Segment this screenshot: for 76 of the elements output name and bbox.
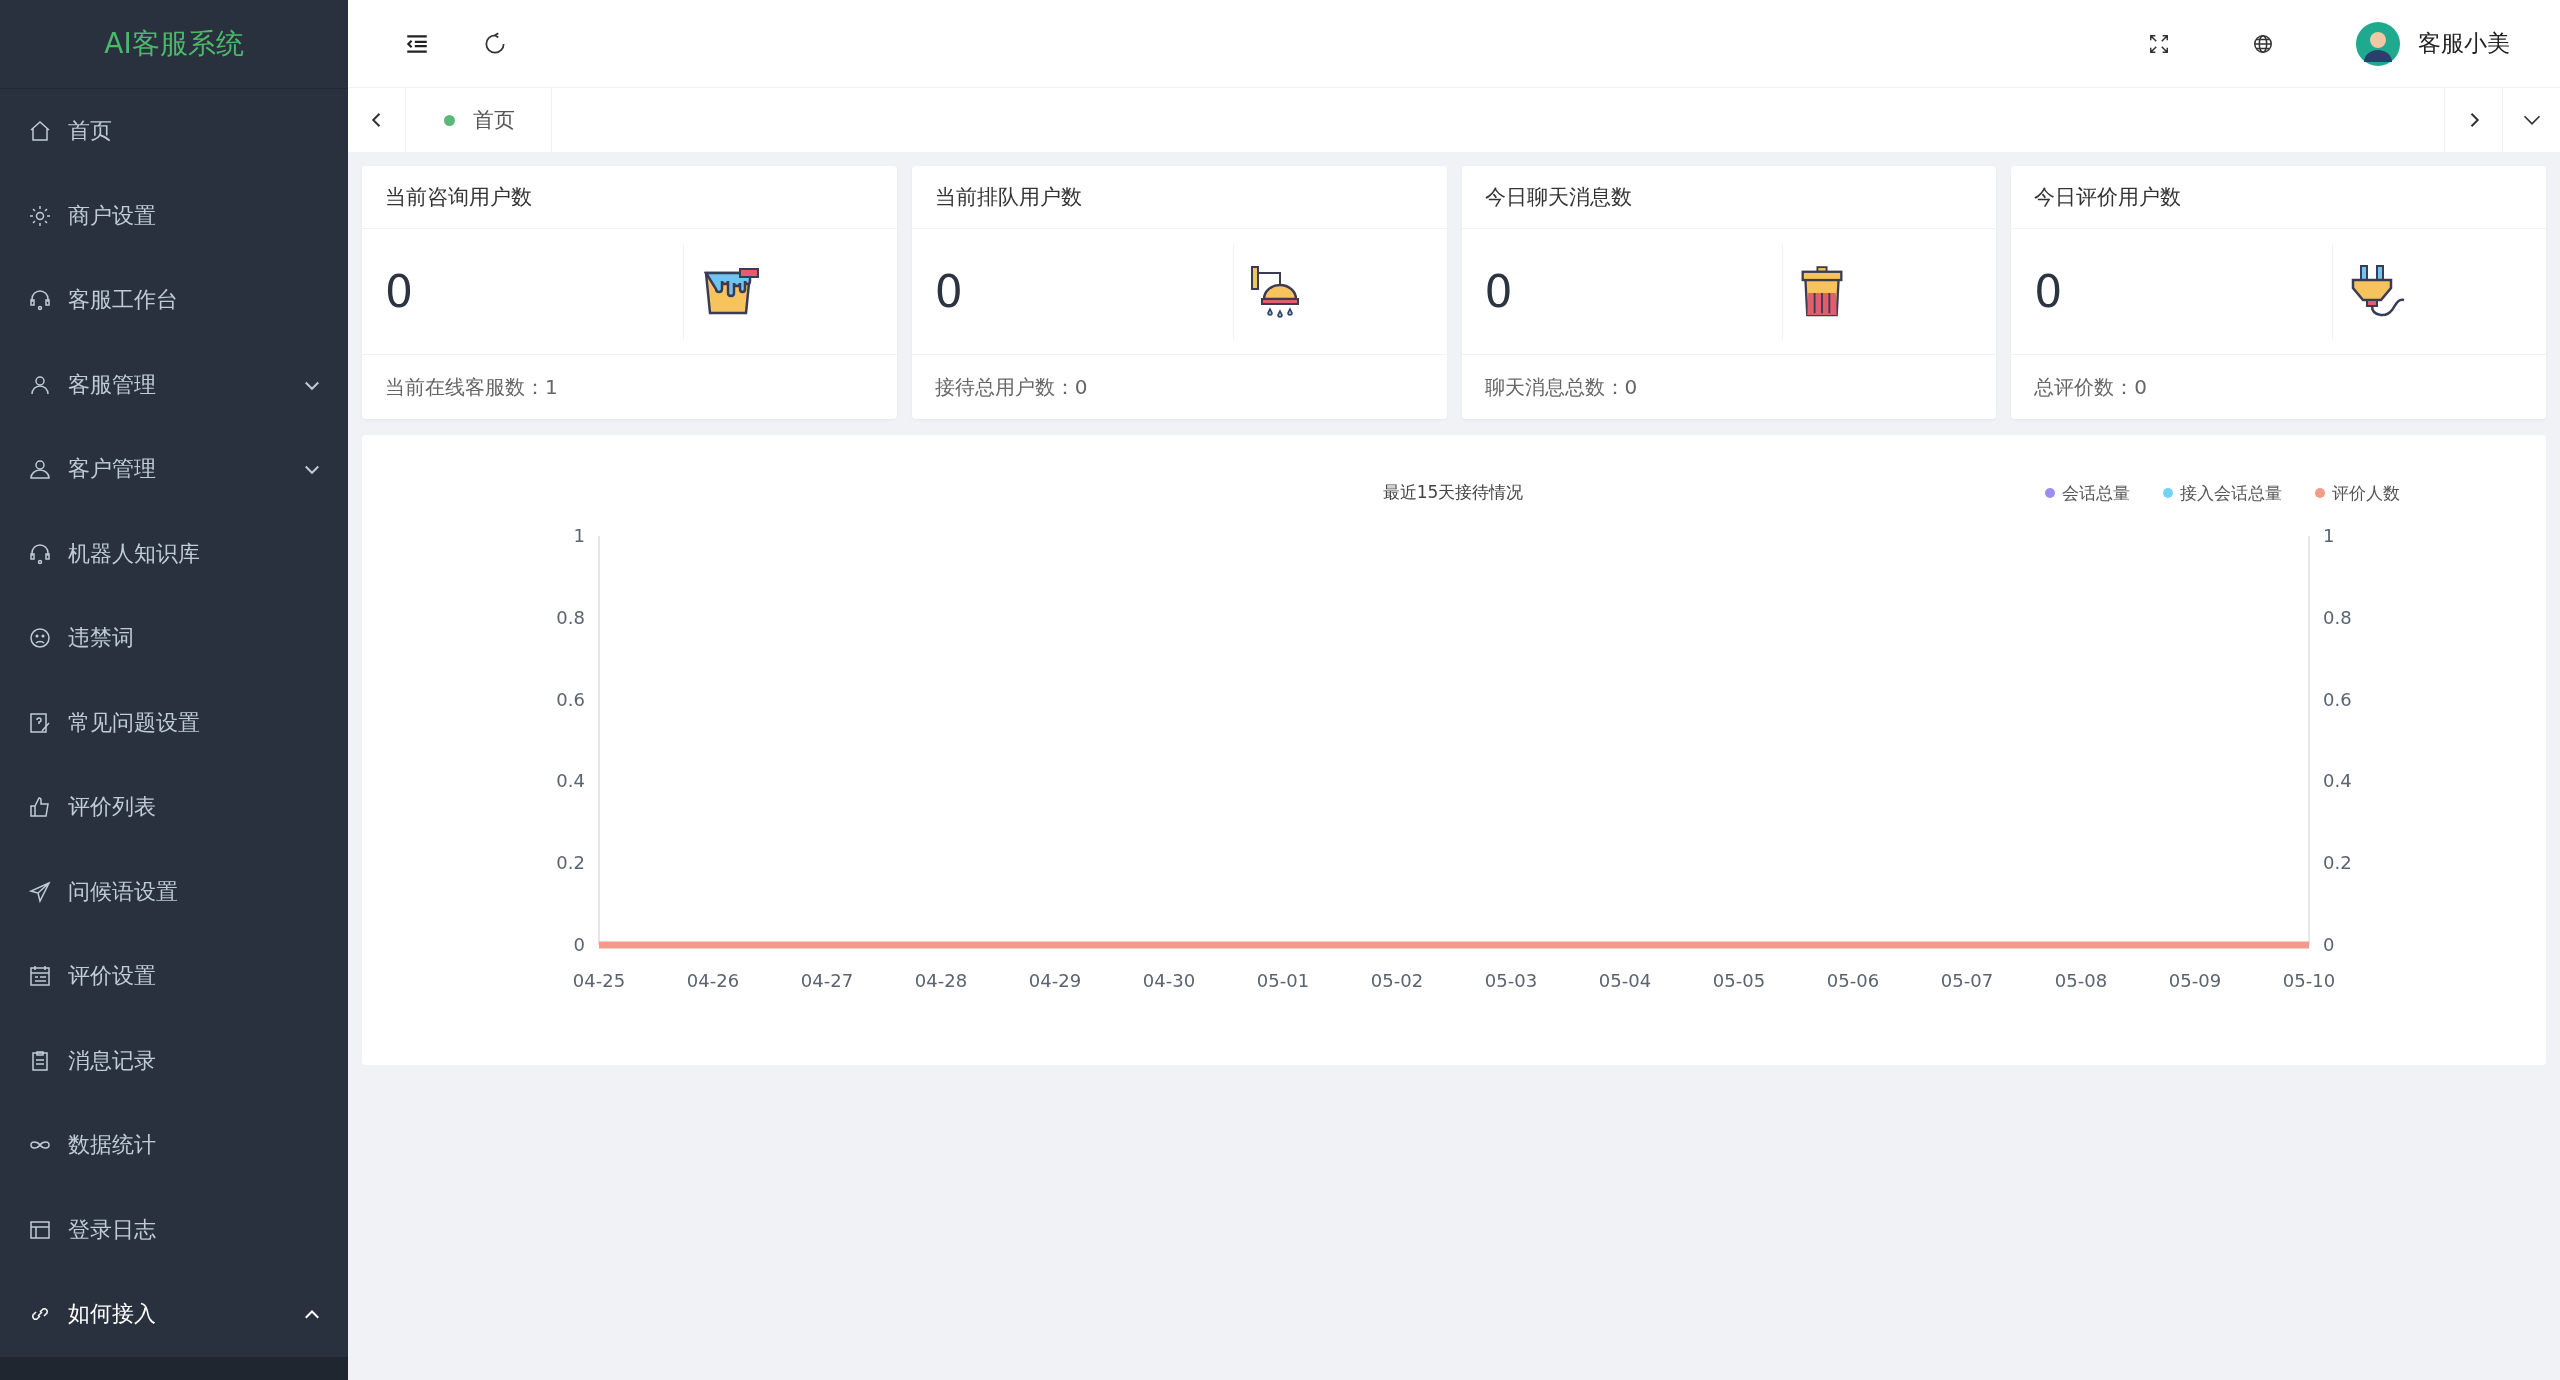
legend-item[interactable]: 接入会话总量 — [2163, 483, 2282, 503]
x-tick-label: 05-01 — [1256, 970, 1310, 991]
sidebar-item[interactable]: 机器人知识库 — [0, 511, 348, 596]
x-tick-label: 05-05 — [1712, 970, 1766, 991]
legend-label: 评价人数 — [2332, 483, 2400, 503]
y-tick-label: 0.8 — [2323, 606, 2352, 628]
question-edit-icon — [28, 710, 52, 735]
avatar[interactable] — [2356, 21, 2400, 66]
card-footer-text: 聊天消息总数：0 — [1483, 373, 1639, 401]
send-icon — [28, 879, 52, 904]
card-title: 今日评价用户数 — [2011, 166, 2546, 229]
sidebar-item[interactable]: 评价设置 — [0, 934, 348, 1019]
sidebar-item[interactable]: 如何接入 — [0, 1272, 348, 1357]
sidebar-item[interactable]: 登录日志 — [0, 1187, 348, 1272]
y-tick-label: 0.2 — [2323, 852, 2352, 874]
headset-icon — [28, 288, 52, 313]
sidebar-item[interactable]: 评价列表 — [0, 765, 348, 850]
y-tick-label: 0.4 — [556, 770, 585, 792]
user-name[interactable]: 客服小美 — [2418, 28, 2510, 59]
sidebar-item[interactable]: 消息记录 — [0, 1018, 348, 1103]
y-tick-label: 0.4 — [2323, 770, 2352, 792]
x-tick-label: 05-10 — [2282, 970, 2336, 991]
x-tick-label: 04-29 — [1028, 970, 1082, 991]
sidebar-item[interactable]: 首页 — [0, 89, 348, 174]
sidebar-item[interactable]: 客户管理 — [0, 427, 348, 512]
x-tick-label: 04-27 — [800, 970, 854, 991]
x-tick-label: 05-07 — [1940, 970, 1994, 991]
stat-value: 0 — [1483, 266, 1514, 317]
sad-face-icon — [28, 626, 52, 651]
sidebar-item[interactable]: 客服管理 — [0, 342, 348, 427]
card-title: 当前咨询用户数 — [362, 166, 897, 229]
fullscreen-icon[interactable] — [2148, 32, 2170, 55]
stat-value: 0 — [933, 266, 964, 317]
x-tick-label: 05-09 — [2168, 970, 2222, 991]
x-tick-label: 05-06 — [1826, 970, 1880, 991]
legend-item[interactable]: 会话总量 — [2045, 483, 2130, 503]
y-tick-label: 1 — [2323, 525, 2335, 546]
card-footer-text: 当前在线客服数：1 — [384, 373, 559, 401]
thumbs-up-icon — [28, 795, 52, 820]
y-tick-label: 0 — [573, 934, 585, 955]
card-footer-text: 接待总用户数：0 — [933, 373, 1089, 401]
users-icon — [28, 457, 52, 482]
y-tick-label: 0.2 — [556, 852, 585, 874]
headset-icon — [28, 541, 52, 566]
x-tick-label: 04-30 — [1142, 970, 1196, 991]
x-tick-label: 05-02 — [1370, 970, 1424, 991]
home-icon — [28, 119, 52, 144]
sidebar-item[interactable]: 数据统计 — [0, 1103, 348, 1188]
infinity-icon — [28, 1139, 52, 1152]
card-title: 当前排队用户数 — [911, 166, 1447, 229]
y-tick-label: 1 — [573, 525, 585, 546]
card-footer-text: 总评价数：0 — [2033, 373, 2148, 401]
x-tick-label: 05-08 — [2054, 970, 2108, 991]
y-tick-label: 0.6 — [556, 688, 585, 710]
legend-item[interactable]: 评价人数 — [2315, 483, 2400, 503]
chart-title: 最近15天接待情况 — [1382, 482, 1524, 502]
globe-icon[interactable] — [2252, 32, 2274, 55]
sidebar-item[interactable]: 常见问题设置 — [0, 680, 348, 765]
stat-value: 0 — [2033, 266, 2064, 317]
x-tick-label: 04-25 — [572, 970, 626, 991]
y-tick-label: 0.6 — [2323, 688, 2352, 710]
legend-label: 会话总量 — [2062, 483, 2130, 503]
page-tab[interactable]: 首页 — [406, 88, 552, 152]
x-tick-label: 05-03 — [1484, 970, 1538, 991]
x-tick-label: 04-26 — [686, 970, 740, 991]
sidebar-item[interactable]: 商户设置 — [0, 173, 348, 258]
x-tick-label: 04-28 — [914, 970, 968, 991]
y-tick-label: 0.8 — [556, 606, 585, 628]
card-title: 今日聊天消息数 — [1461, 166, 1997, 229]
sidebar-item[interactable]: 违禁词 — [0, 596, 348, 681]
calendar-icon — [28, 964, 52, 989]
y-tick-label: 0 — [2323, 934, 2335, 955]
sidebar-item[interactable]: 问候语设置 — [0, 849, 348, 934]
stat-value: 0 — [384, 266, 414, 317]
x-tick-label: 05-04 — [1598, 970, 1652, 991]
sidebar-item[interactable]: 客服工作台 — [0, 258, 348, 343]
